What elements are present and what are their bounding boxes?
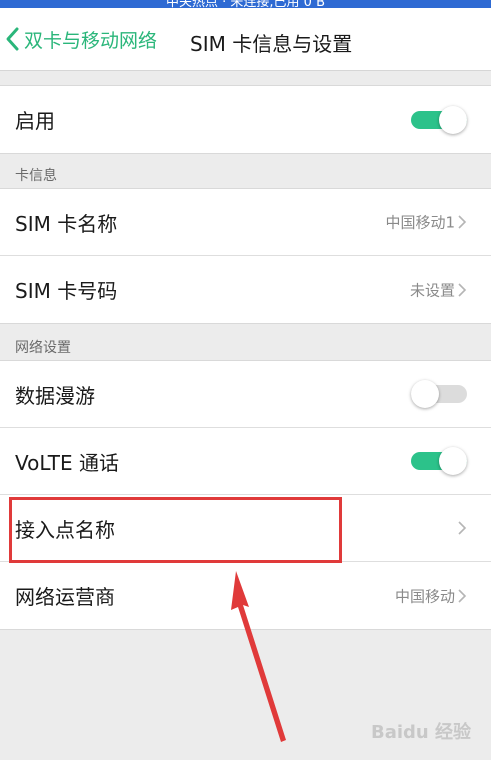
- apn-row[interactable]: 接入点名称: [0, 495, 491, 562]
- back-button[interactable]: 双卡与移动网络: [4, 22, 157, 56]
- back-label: 双卡与移动网络: [24, 29, 158, 52]
- chevron-right-icon: [458, 282, 467, 297]
- toggle-knob: [439, 447, 467, 475]
- chevron-right-icon: [458, 521, 467, 535]
- sim-name-value: 中国移动1: [385, 213, 455, 232]
- volte-label: VoLTE 通话: [15, 450, 119, 475]
- toggle-knob: [439, 105, 467, 134]
- enable-label: 启用: [15, 109, 55, 133]
- data-roaming-row[interactable]: 数据漫游: [0, 361, 491, 428]
- network-operator-value: 中国移动: [394, 587, 455, 605]
- app-header: 双卡与移动网络 SIM 卡信息与设置: [0, 8, 491, 71]
- toggle-knob: [411, 380, 439, 408]
- status-text: 中关热点 · 未连接,已用 0 B: [166, 0, 325, 8]
- page-title: SIM 卡信息与设置: [190, 32, 353, 56]
- network-operator-row[interactable]: 网络运营商 中国移动: [0, 562, 491, 629]
- card-info-card: SIM 卡名称 中国移动1 SIM 卡号码 未设置: [0, 188, 491, 324]
- network-operator-label: 网络运营商: [15, 585, 115, 609]
- chevron-right-icon: [458, 588, 467, 603]
- enable-toggle[interactable]: [411, 105, 467, 134]
- apn-label: 接入点名称: [15, 517, 115, 542]
- volte-toggle[interactable]: [411, 447, 467, 475]
- data-roaming-label: 数据漫游: [15, 383, 95, 408]
- network-settings-card: 数据漫游 VoLTE 通话 接入点名称 网络运营商 中国移动: [0, 360, 491, 630]
- volte-row[interactable]: VoLTE 通话: [0, 428, 491, 495]
- section-header-card-info: 卡信息: [15, 168, 57, 184]
- enable-card: 启用: [0, 85, 491, 154]
- enable-row[interactable]: 启用: [0, 86, 491, 153]
- sim-number-row[interactable]: SIM 卡号码 未设置: [0, 256, 491, 323]
- section-header-network-settings: 网络设置: [15, 340, 71, 356]
- sim-name-row[interactable]: SIM 卡名称 中国移动1: [0, 189, 491, 256]
- status-bar: 中关热点 · 未连接,已用 0 B: [0, 0, 491, 8]
- sim-name-label: SIM 卡名称: [15, 211, 118, 236]
- back-chevron-icon: [6, 27, 19, 51]
- sim-number-value: 未设置: [409, 281, 455, 299]
- sim-number-label: SIM 卡号码: [15, 279, 118, 303]
- data-roaming-toggle[interactable]: [411, 380, 467, 408]
- watermark: Baidu 经验: [370, 722, 471, 743]
- chevron-right-icon: [458, 215, 467, 229]
